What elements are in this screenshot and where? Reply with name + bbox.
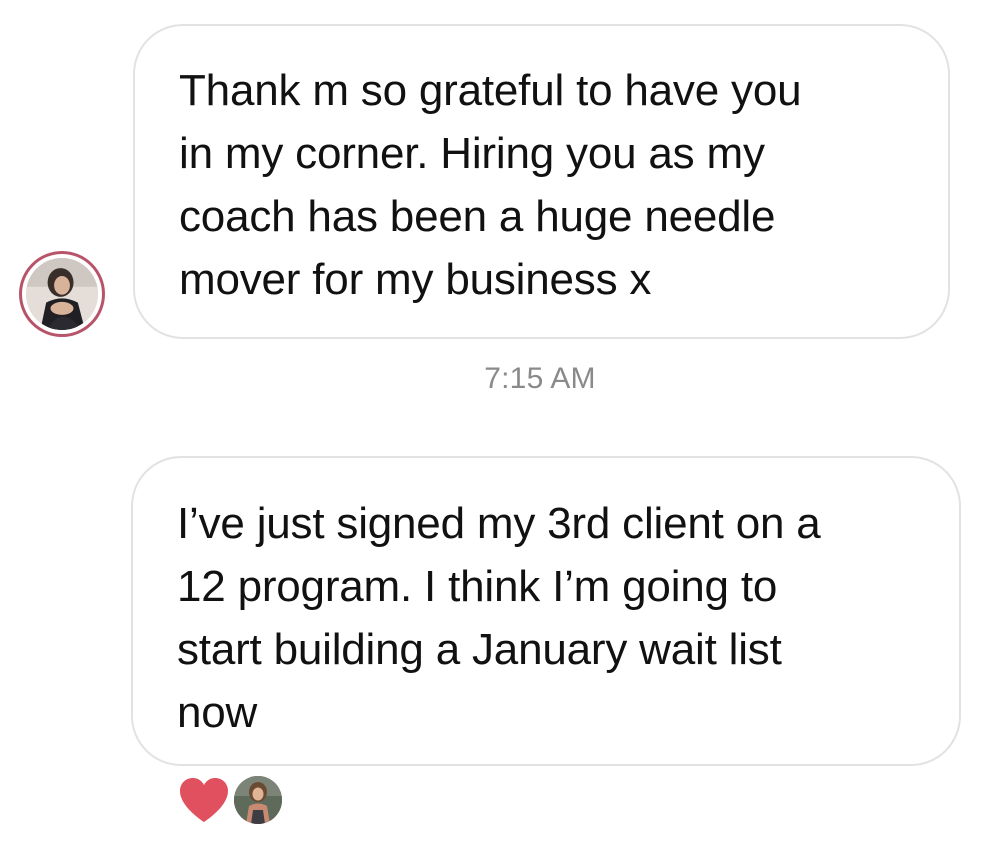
message-text-line: 12 program. I think I’m going to [177,562,778,611]
sender-avatar-photo [26,258,98,330]
message-bubble[interactable]: I’ve just signed my 3rd client on a 12 p… [131,456,961,766]
message-bubble[interactable]: Thank m so grateful to have you in my co… [133,24,950,339]
message-text-line: mover for my business x [179,255,652,304]
sender-avatar[interactable] [19,251,105,337]
reactor-avatar[interactable] [234,776,282,824]
message-reactions[interactable] [178,773,282,827]
message-text-line: in my corner. Hiring you as my [179,129,765,178]
message-text-line: coach has been a huge needle [179,192,776,241]
message-text-line: now [177,688,258,737]
heart-icon [180,778,228,822]
message-text-line: I’ve just signed my 3rd client on a [177,499,821,548]
person-photo-icon [26,258,98,330]
message-text-line: start building a January wait list [177,625,782,674]
person-photo-icon [234,776,282,824]
message-text-line: Thank m so grateful to have you [179,66,802,115]
message-timestamp: 7:15 AM [484,362,596,395]
